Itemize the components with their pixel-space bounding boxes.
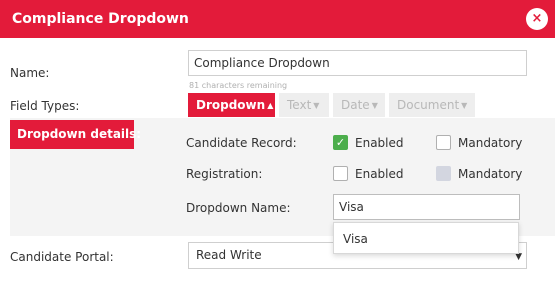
registration-enabled-checkbox[interactable] — [333, 166, 348, 181]
name-label: Name: — [10, 66, 50, 80]
close-button[interactable]: × — [526, 8, 548, 30]
field-types-label: Field Types: — [10, 99, 80, 113]
tab-dropdown-label: Dropdown — [196, 98, 266, 112]
caret-down-icon: ▼ — [371, 101, 378, 110]
close-icon: × — [531, 11, 543, 26]
tab-document[interactable]: Document ▼ — [389, 93, 475, 117]
dropdown-name-label: Dropdown Name: — [186, 201, 291, 215]
caret-up-icon: ▲ — [267, 101, 274, 110]
registration-enabled-label: Enabled — [355, 167, 404, 181]
candidate-record-enabled-checkbox[interactable]: ✓ — [333, 135, 348, 150]
candidate-record-mandatory-checkbox[interactable] — [436, 135, 451, 150]
caret-down-icon: ▼ — [313, 101, 320, 110]
tab-text[interactable]: Text ▼ — [279, 93, 329, 117]
tab-dropdown[interactable]: Dropdown ▲ — [188, 93, 275, 117]
registration-mandatory-label: Mandatory — [458, 167, 523, 181]
dropdown-details-heading: Dropdown details: — [10, 120, 141, 149]
candidate-record-enabled-label: Enabled — [355, 136, 404, 150]
tab-text-label: Text — [287, 98, 312, 112]
candidate-portal-label: Candidate Portal: — [10, 250, 114, 264]
registration-mandatory-checkbox — [436, 166, 451, 181]
dropdown-name-input[interactable]: Visa — [333, 194, 520, 220]
dialog-title: Compliance Dropdown — [12, 11, 189, 27]
tab-date[interactable]: Date ▼ — [333, 93, 385, 117]
dropdown-name-suggestions: Visa — [333, 222, 519, 254]
suggestion-item[interactable]: Visa — [343, 231, 368, 247]
registration-label: Registration: — [186, 167, 263, 181]
caret-down-icon: ▼ — [461, 101, 468, 110]
name-input[interactable]: Compliance Dropdown — [188, 50, 527, 76]
candidate-record-label: Candidate Record: — [186, 136, 297, 150]
tab-date-label: Date — [341, 98, 370, 112]
candidate-record-mandatory-label: Mandatory — [458, 136, 523, 150]
name-helper-text: 81 characters remaining — [189, 81, 288, 90]
dialog-header: Compliance Dropdown × — [0, 0, 555, 38]
tab-document-label: Document — [397, 98, 460, 112]
candidate-portal-value: Read Write — [196, 248, 262, 262]
